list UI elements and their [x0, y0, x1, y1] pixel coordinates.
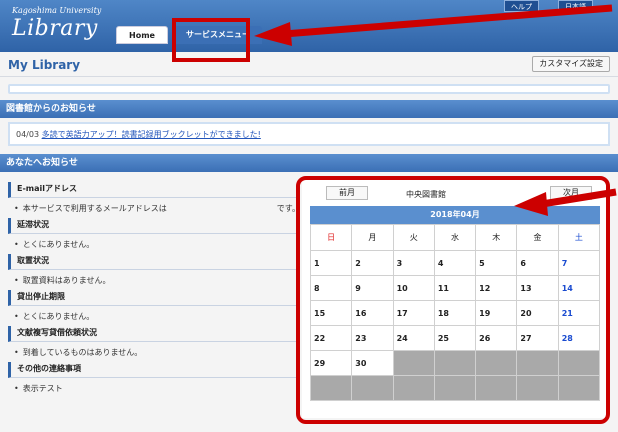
empty-panel: [8, 84, 610, 94]
arrow-to-service-menu-icon: [254, 4, 613, 46]
ill-section-title: 文献複写貸借依頼状況: [8, 326, 300, 342]
news-date: 04/03: [16, 130, 40, 139]
user-notices-header: あなたへお知らせ: [0, 154, 618, 172]
other-notice: • 表示テスト: [14, 384, 63, 393]
library-news-panel: 04/03 多読で英語力アップ！読書記録用ブックレットができました!: [8, 122, 610, 146]
library-logo[interactable]: Kagoshima University Library: [12, 6, 101, 41]
user-notices-list: E-mailアドレス • 本サービスで利用するメールアドレスは です。 延滞状況 …: [8, 182, 300, 398]
ill-notice: • 到着しているものはありません。: [14, 348, 143, 357]
service-menu-highlight: [172, 18, 250, 62]
suspension-section-title: 貸出停止期限: [8, 290, 300, 306]
email-section-title: E-mailアドレス: [8, 182, 300, 198]
hold-section-title: 取置状況: [8, 254, 300, 270]
suspension-notice: • とくにありません。: [14, 312, 95, 321]
hold-notice: • 取置資料はありません。: [14, 276, 111, 285]
library-news-header: 図書館からのお知らせ: [0, 100, 618, 118]
customize-button[interactable]: カスタマイズ設定: [532, 56, 610, 72]
page-title: My Library: [8, 58, 81, 72]
logo-title: Library: [12, 16, 98, 41]
nav-home-tab[interactable]: Home: [116, 26, 168, 44]
divider: [0, 76, 618, 77]
overdue-section-title: 延滞状況: [8, 218, 300, 234]
overdue-notice: • とくにありません。: [14, 240, 95, 249]
email-notice: • 本サービスで利用するメールアドレスは です。: [8, 202, 300, 218]
logo-subtitle: Kagoshima University: [12, 6, 102, 15]
news-link[interactable]: 多読で英語力アップ！読書記録用ブックレットができました!: [42, 130, 261, 139]
arrow-to-calendar-icon: [514, 188, 617, 216]
other-section-title: その他の連絡事項: [8, 362, 300, 378]
